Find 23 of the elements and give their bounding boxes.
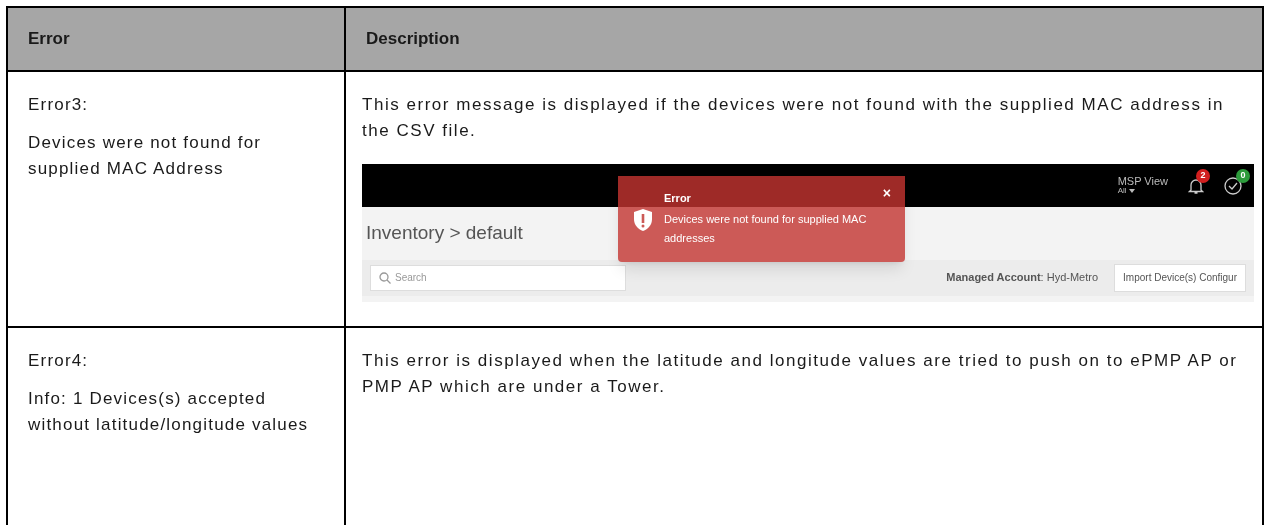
column-header: Error bbox=[28, 28, 70, 51]
managed-account-text: Managed Account: Hyd-Metro bbox=[946, 270, 1099, 286]
bell-icon[interactable] bbox=[1188, 176, 1204, 195]
column-header: Description bbox=[366, 28, 460, 51]
breadcrumb: Inventory > default bbox=[366, 222, 523, 243]
error-text: Error3: bbox=[28, 94, 90, 116]
description-text: This error message is displayed if the devices were not found with the supplied MAC address in the CSV file. bbox=[362, 94, 1225, 142]
caret-icon bbox=[1128, 189, 1135, 193]
msp-view-label: MSP View bbox=[1117, 176, 1168, 187]
check-count-badge: 0 bbox=[1236, 168, 1250, 183]
toast-message: Devices were not found for supplied MAC addresses bbox=[664, 212, 868, 246]
search-icon bbox=[379, 271, 391, 284]
warning-shield-icon bbox=[632, 208, 654, 232]
error-text: Devices were not found for supplied MAC Address bbox=[28, 132, 263, 180]
toast-title: Error bbox=[664, 191, 691, 206]
import-button[interactable]: Import Device(s) Configur bbox=[1114, 263, 1246, 292]
error-text: Info: 1 Devices(s) accepted without latitude/longitude values bbox=[28, 388, 310, 436]
description-text: This error is displayed when the latitude and longitude values are tried to push on to ePMP AP or PMP AP which are under a Tower. bbox=[362, 350, 1239, 398]
error-text: Error4: bbox=[28, 350, 90, 372]
close-button[interactable]: × bbox=[882, 186, 891, 200]
check-circle-icon[interactable] bbox=[1224, 176, 1242, 195]
alert-count-badge: 2 bbox=[1196, 168, 1210, 183]
msp-filter-dropdown[interactable]: All bbox=[1117, 187, 1168, 195]
